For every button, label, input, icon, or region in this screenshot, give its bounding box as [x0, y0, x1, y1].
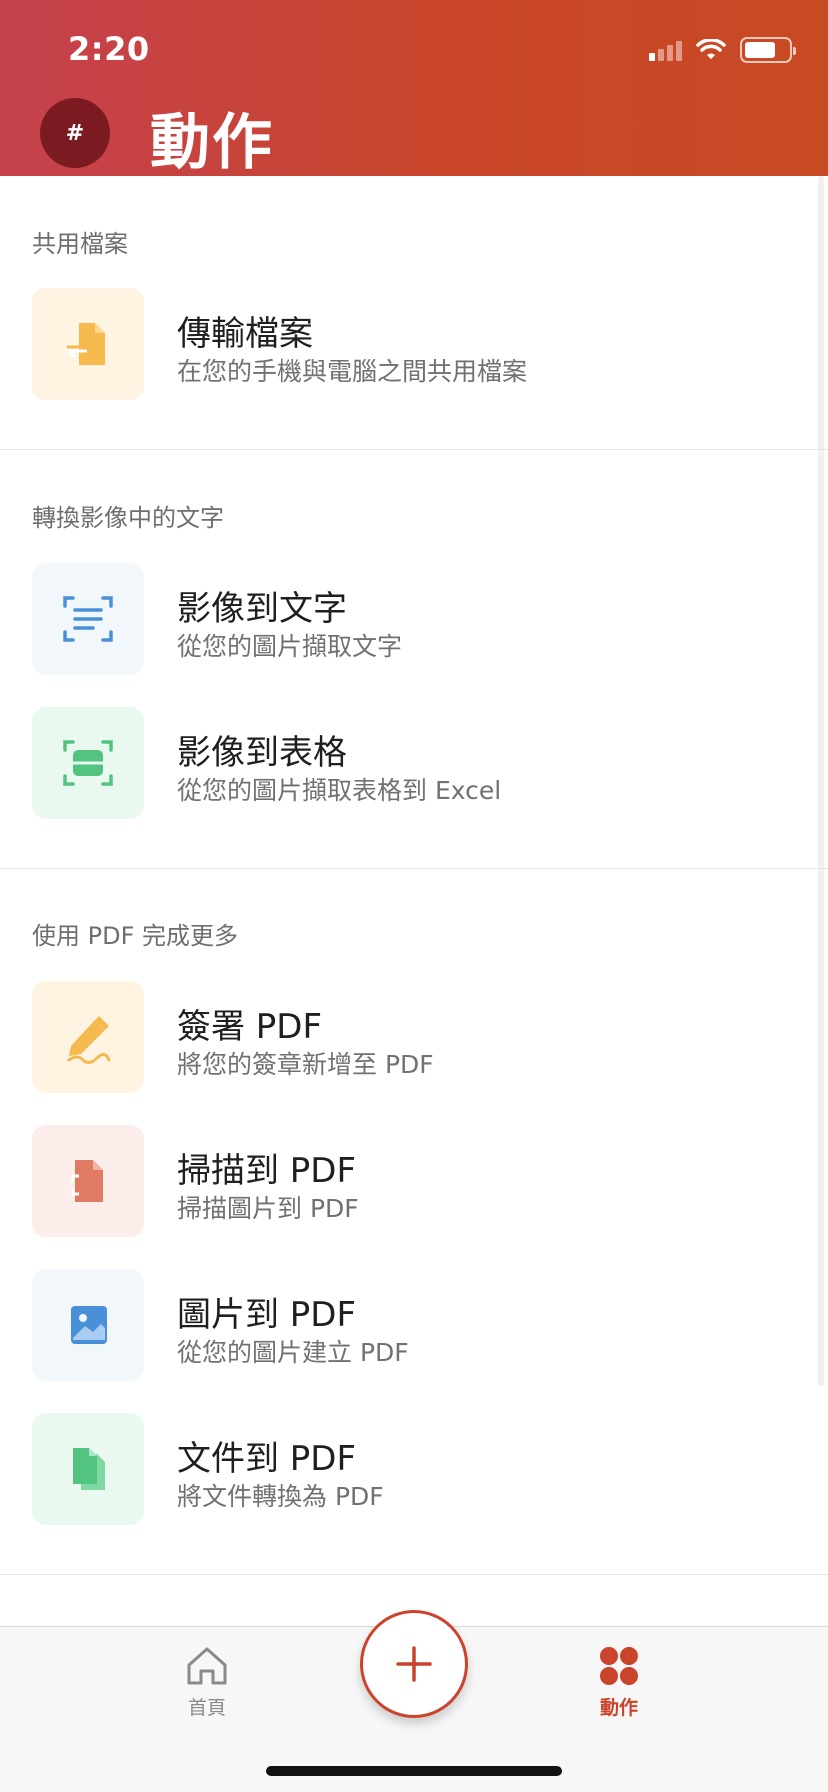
wifi-icon	[696, 39, 726, 59]
avatar[interactable]: #	[40, 98, 110, 168]
item-title: 傳輸檔案	[177, 314, 313, 354]
divider	[0, 449, 828, 450]
item-subtitle: 掃描圖片到 PDF	[177, 1194, 359, 1223]
item-subtitle: 將文件轉換為 PDF	[177, 1482, 384, 1511]
status-time: 2:20	[68, 30, 150, 68]
cellular-signal-icon	[649, 39, 682, 61]
battery-icon	[740, 37, 796, 63]
picture-icon	[71, 1306, 107, 1344]
actions-list: 共用檔案 傳輸檔案 在您的手機與電腦之間共用檔案 轉換影像中的文字 影像到文字 …	[0, 176, 828, 1626]
scrollbar[interactable]	[818, 176, 824, 1386]
action-sign-pdf[interactable]: 簽署 PDF 將您的簽章新增至 PDF	[32, 981, 792, 1093]
action-image-to-table[interactable]: 影像到表格 從您的圖片擷取表格到 Excel	[32, 707, 792, 819]
action-picture-to-pdf[interactable]: 圖片到 PDF 從您的圖片建立 PDF	[32, 1269, 792, 1381]
section-title-image-text: 轉換影像中的文字	[32, 504, 224, 532]
item-title: 圖片到 PDF	[177, 1295, 357, 1335]
page-title: 動作	[150, 108, 274, 178]
item-subtitle: 將您的簽章新增至 PDF	[177, 1050, 434, 1079]
plus-icon	[396, 1646, 432, 1682]
scan-document-icon	[71, 1160, 103, 1202]
tab-home-label: 首頁	[187, 1697, 226, 1719]
status-icons	[649, 32, 796, 68]
item-subtitle: 在您的手機與電腦之間共用檔案	[177, 357, 528, 386]
tab-actions[interactable]: 動作	[582, 1645, 656, 1720]
tab-actions-label: 動作	[599, 1697, 638, 1719]
tile	[32, 707, 144, 819]
scan-text-icon	[63, 596, 113, 642]
item-title: 影像到文字	[177, 589, 347, 629]
action-transfer-files[interactable]: 傳輸檔案 在您的手機與電腦之間共用檔案	[32, 288, 792, 400]
divider	[0, 1574, 828, 1575]
item-subtitle: 從您的圖片擷取表格到 Excel	[177, 776, 502, 805]
tile	[32, 1125, 144, 1237]
action-image-to-text[interactable]: 影像到文字 從您的圖片擷取文字	[32, 563, 792, 675]
tile	[32, 563, 144, 675]
item-title: 文件到 PDF	[177, 1439, 357, 1479]
tile	[32, 981, 144, 1093]
item-title: 影像到表格	[177, 733, 347, 773]
action-document-to-pdf[interactable]: 文件到 PDF 將文件轉換為 PDF	[32, 1413, 792, 1525]
section-title-pdf: 使用 PDF 完成更多	[32, 922, 239, 950]
home-icon	[187, 1647, 227, 1685]
action-scan-to-pdf[interactable]: 掃描到 PDF 掃描圖片到 PDF	[32, 1125, 792, 1237]
file-transfer-icon	[67, 323, 105, 365]
home-indicator	[266, 1766, 562, 1776]
tile	[32, 1269, 144, 1381]
scan-table-icon	[63, 740, 113, 786]
item-subtitle: 從您的圖片建立 PDF	[177, 1338, 409, 1367]
item-subtitle: 從您的圖片擷取文字	[177, 632, 403, 661]
tile	[32, 288, 144, 400]
divider	[0, 868, 828, 869]
section-title-share: 共用檔案	[32, 230, 128, 258]
item-title: 簽署 PDF	[177, 1007, 323, 1047]
grid-dots-icon	[600, 1647, 638, 1685]
item-title: 掃描到 PDF	[177, 1151, 357, 1191]
app-root: 2:20 # 動作 共用檔案 傳輸檔案 在您的手機與電腦之間共用檔案 轉換影像中…	[0, 0, 828, 1792]
create-button[interactable]	[360, 1610, 468, 1718]
sign-pen-icon	[67, 1016, 111, 1064]
tile	[32, 1413, 144, 1525]
header: 2:20 # 動作	[0, 0, 828, 178]
tab-home[interactable]: 首頁	[170, 1645, 244, 1720]
documents-icon	[73, 1448, 105, 1490]
